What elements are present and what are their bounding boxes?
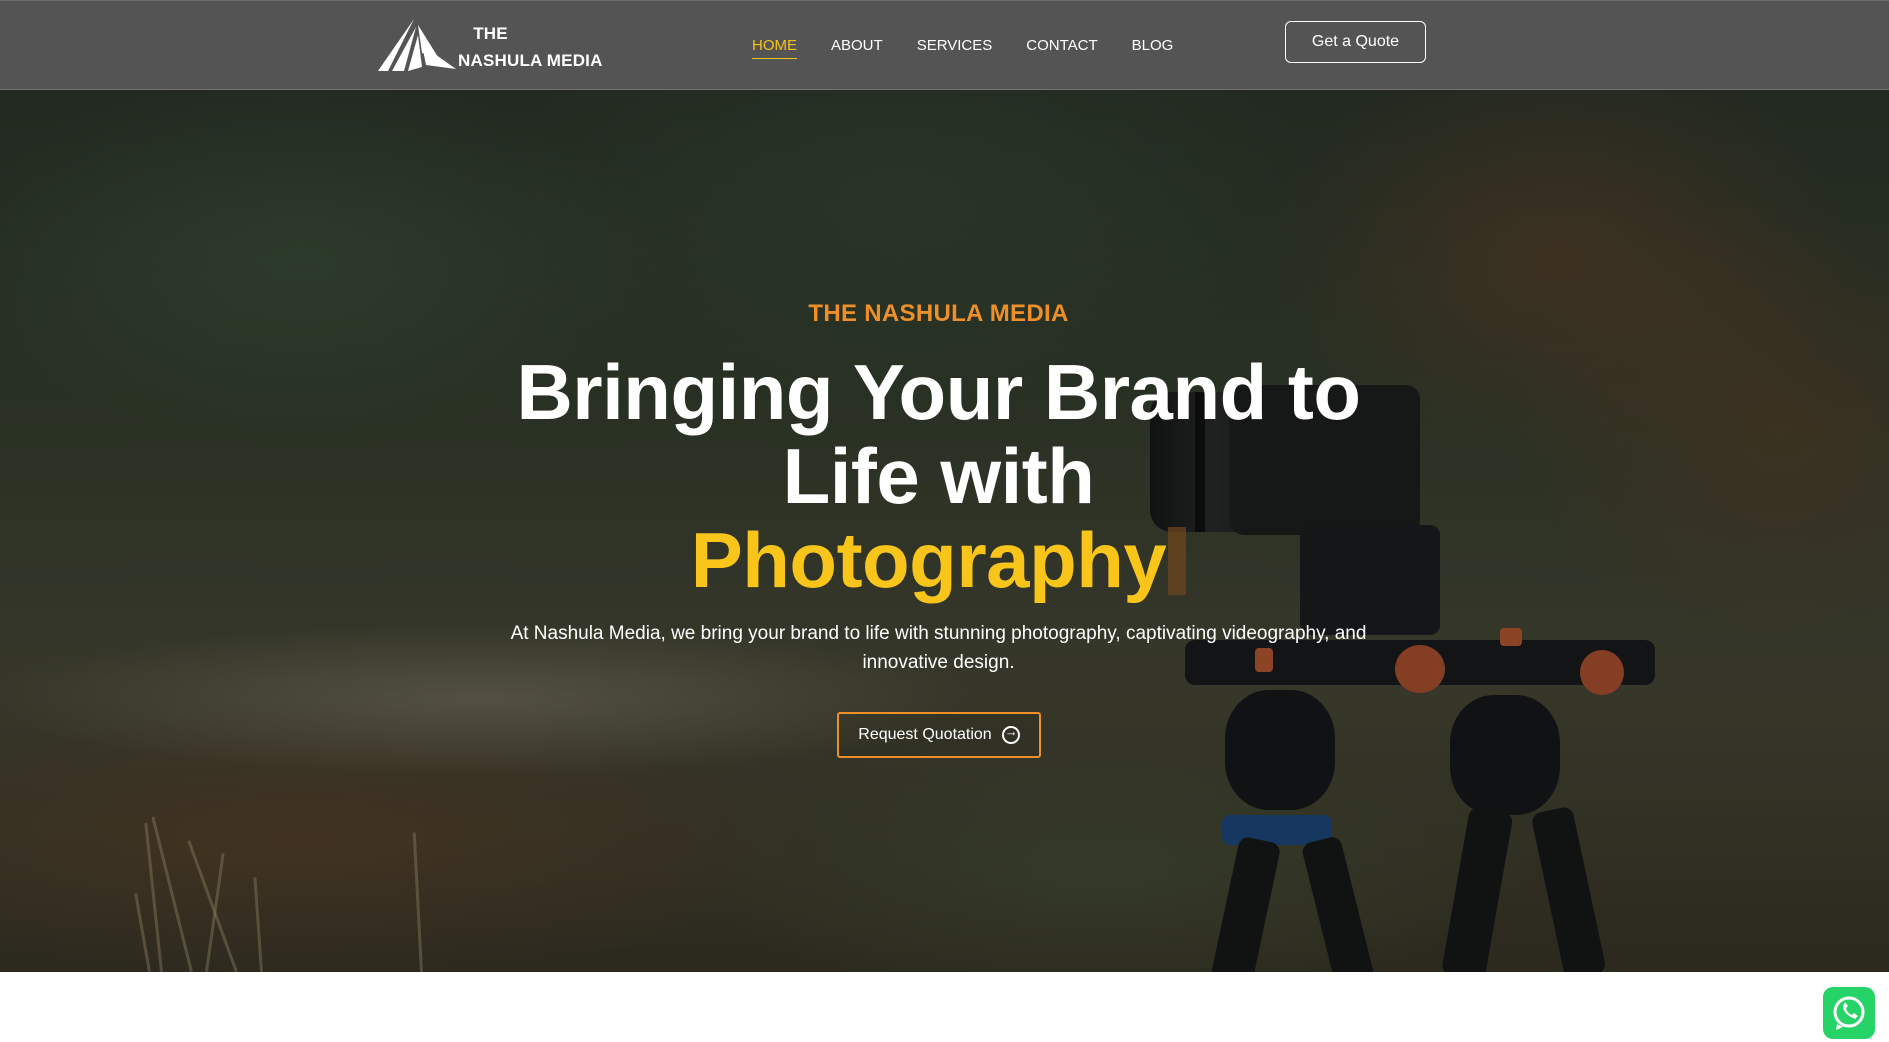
whatsapp-button[interactable]	[1823, 987, 1875, 1039]
nav-services[interactable]: SERVICES	[917, 37, 993, 59]
hero-headline: Bringing Your Brand to Life with Photogr…	[430, 350, 1447, 602]
typing-cursor	[1168, 527, 1187, 595]
nav-blog[interactable]: BLOG	[1132, 37, 1174, 59]
whatsapp-icon	[1833, 996, 1865, 1030]
hero-eyebrow: THE NASHULA MEDIA	[808, 300, 1069, 327]
get-a-quote-button[interactable]: Get a Quote	[1285, 21, 1426, 63]
nav-contact[interactable]: CONTACT	[1026, 37, 1097, 59]
arrow-circle-right-icon	[1001, 724, 1020, 744]
headline-line-2: Life with	[782, 432, 1095, 520]
hero-background: THE NASHULA MEDIA Bringing Your Brand to…	[0, 0, 1889, 972]
request-quotation-label: Request Quotation	[858, 726, 992, 743]
logo-triangle-icon	[378, 19, 456, 71]
nav-about[interactable]: ABOUT	[831, 37, 883, 59]
request-quotation-button[interactable]: Request Quotation	[837, 712, 1041, 758]
logo[interactable]: THE NASHULA MEDIA	[378, 17, 602, 75]
hero-description: At Nashula Media, we bring your brand to…	[510, 623, 1367, 673]
page: THE NASHULA MEDIA Bringing Your Brand to…	[0, 0, 1889, 1042]
logo-line-2: NASHULA MEDIA	[458, 51, 603, 70]
logo-line-1: THE	[473, 24, 508, 43]
main-nav: HOME ABOUT SERVICES CONTACT BLOG	[752, 37, 1207, 59]
headline-highlight: Photography	[690, 516, 1167, 604]
headline-line-1: Bringing Your Brand to	[516, 348, 1361, 436]
nav-home[interactable]: HOME	[752, 37, 797, 59]
site-header: THE NASHULA MEDIA HOME ABOUT SERVICES CO…	[0, 0, 1889, 90]
logo-wordmark: THE NASHULA MEDIA	[458, 20, 603, 74]
